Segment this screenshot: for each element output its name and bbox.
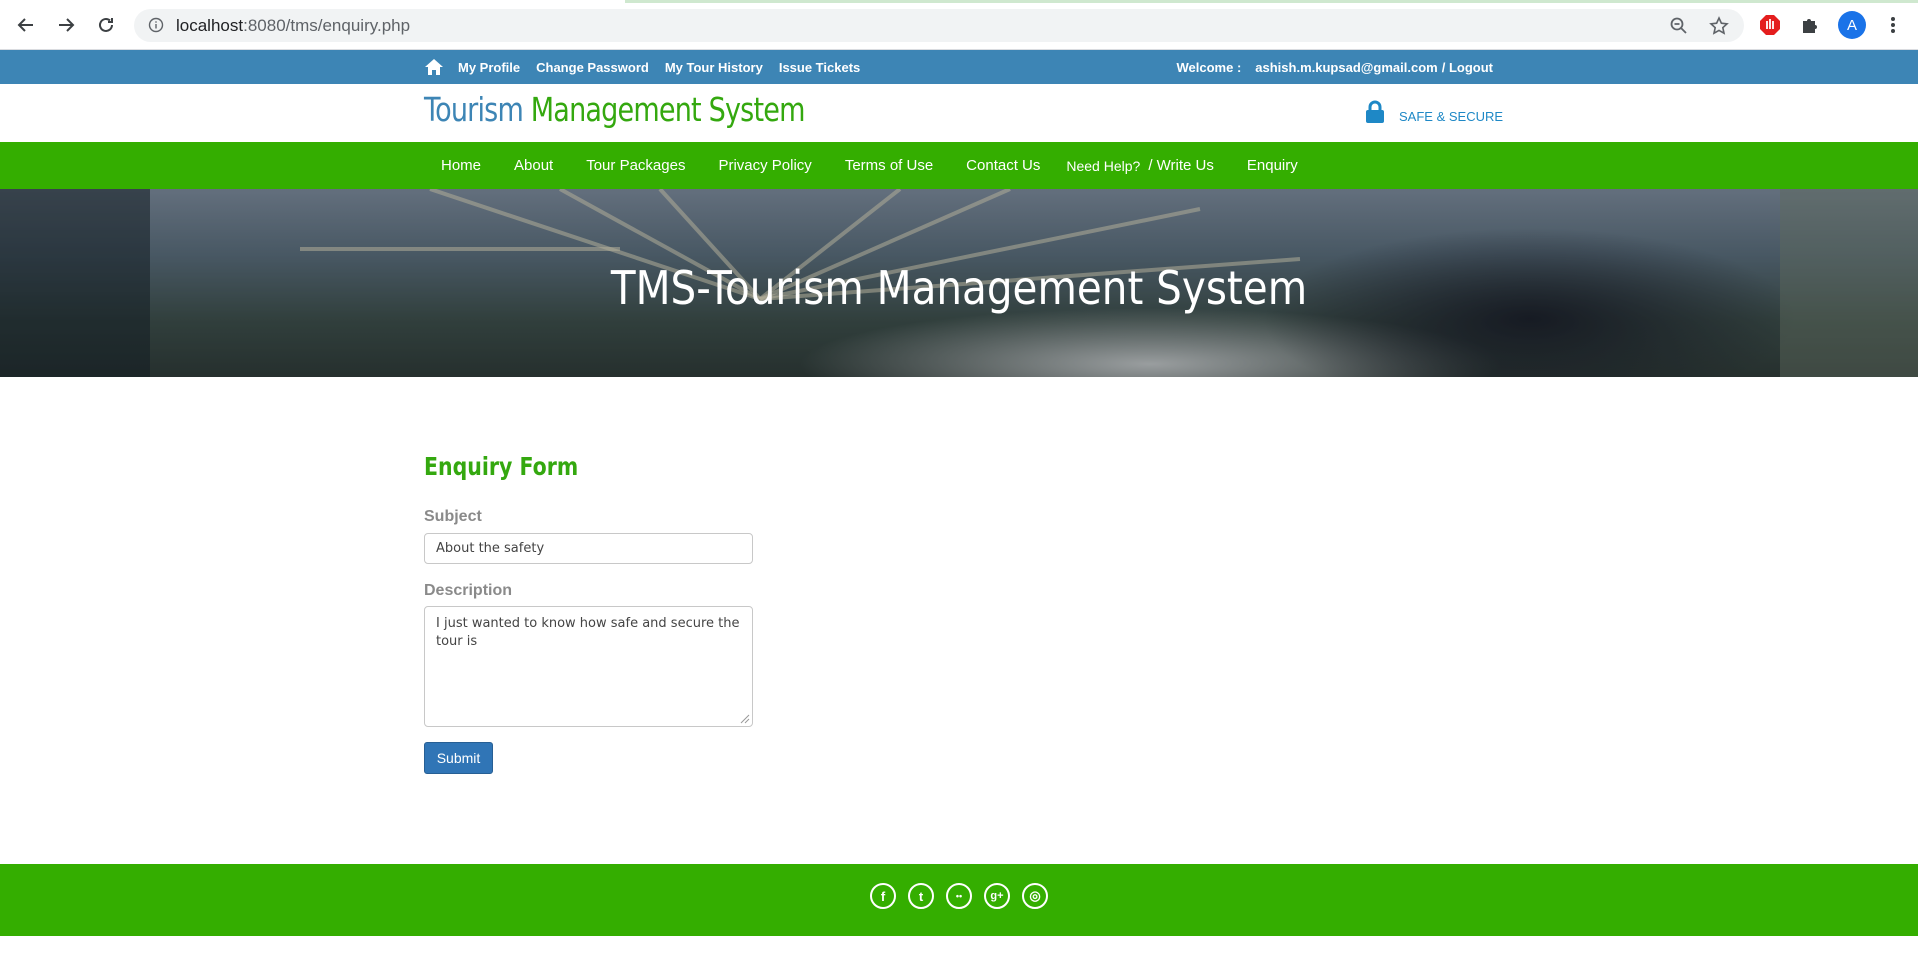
facebook-icon[interactable]: f — [870, 883, 896, 909]
forward-button[interactable] — [51, 10, 81, 40]
page-load-indicator — [625, 0, 1918, 3]
google-plus-icon[interactable]: g+ — [984, 883, 1010, 909]
nav-write-us[interactable]: / Write Us — [1148, 157, 1214, 174]
browser-toolbar: localhost:8080/tms/enquiry.php A — [0, 0, 1918, 50]
forward-arrow-icon — [59, 18, 75, 32]
link-tour-history[interactable]: My Tour History — [665, 60, 763, 75]
form-title: Enquiry Form — [424, 452, 579, 481]
nav-contact-us[interactable]: Contact Us — [966, 157, 1040, 174]
address-bar[interactable]: localhost:8080/tms/enquiry.php — [134, 9, 1744, 42]
extensions-button[interactable] — [1797, 12, 1823, 38]
top-user-bar: My Profile Change Password My Tour Histo… — [0, 50, 1918, 84]
submit-button[interactable]: Submit — [424, 742, 493, 774]
nav-tour-packages[interactable]: Tour Packages — [586, 157, 685, 174]
user-email: ashish.m.kupsad@gmail.com — [1255, 59, 1438, 75]
flickr-icon[interactable]: •• — [946, 883, 972, 909]
home-icon[interactable] — [424, 58, 444, 76]
nav-home[interactable]: Home — [441, 157, 481, 174]
subject-label: Subject — [424, 508, 482, 525]
nav-need-help: Need Help? — [1066, 157, 1141, 174]
site-info-icon[interactable] — [148, 17, 164, 33]
reload-icon — [99, 17, 113, 32]
nav-terms-of-use[interactable]: Terms of Use — [845, 157, 933, 174]
back-arrow-icon — [17, 18, 33, 32]
profile-avatar[interactable]: A — [1838, 11, 1866, 39]
welcome-label: Welcome : — [1176, 59, 1242, 75]
zoom-icon[interactable] — [1669, 16, 1689, 36]
back-button[interactable] — [11, 10, 41, 40]
logout-link[interactable]: / Logout — [1442, 60, 1493, 75]
twitter-icon[interactable]: t — [908, 883, 934, 909]
url-text: localhost:8080/tms/enquiry.php — [176, 16, 410, 36]
browser-menu-button[interactable] — [1880, 12, 1906, 38]
nav-enquiry[interactable]: Enquiry — [1247, 157, 1298, 174]
main-navigation: Home About Tour Packages Privacy Policy … — [0, 142, 1918, 189]
resize-handle-icon[interactable] — [740, 714, 750, 724]
bookmark-star-icon[interactable] — [1709, 16, 1729, 36]
stop-hand-icon — [1760, 15, 1780, 35]
url-host: localhost — [176, 16, 244, 35]
nav-privacy-policy[interactable]: Privacy Policy — [718, 157, 811, 174]
link-my-profile[interactable]: My Profile — [458, 60, 520, 75]
reload-button[interactable] — [91, 10, 121, 40]
site-footer: f t •• g+ ◎ — [0, 864, 1918, 936]
puzzle-icon — [1803, 19, 1817, 33]
site-header: Tourism Management System SAFE & SECURE — [0, 84, 1918, 142]
subject-input[interactable]: About the safety — [424, 533, 753, 564]
nav-about[interactable]: About — [514, 157, 553, 174]
dribbble-icon[interactable]: ◎ — [1022, 883, 1048, 909]
logo-part-tourism: Tourism — [424, 90, 524, 129]
hero-banner: TMS-Tourism Management System — [0, 189, 1918, 377]
site-logo[interactable]: Tourism Management System — [424, 90, 805, 129]
description-textarea[interactable]: I just wanted to know how safe and secur… — [424, 606, 753, 727]
social-links: f t •• g+ ◎ — [870, 883, 1060, 909]
kebab-menu-icon — [1891, 17, 1895, 33]
secure-label: SAFE & SECURE — [1399, 108, 1504, 124]
link-change-password[interactable]: Change Password — [536, 60, 649, 75]
user-links: My Profile Change Password My Tour Histo… — [424, 50, 876, 84]
lock-icon — [1366, 100, 1384, 123]
safe-secure-badge: SAFE & SECURE — [1365, 100, 1503, 124]
extension-adblock[interactable] — [1757, 12, 1783, 38]
welcome-area: Welcome : ashish.m.kupsad@gmail.com / Lo… — [1163, 50, 1494, 84]
url-path: :8080/tms/enquiry.php — [243, 16, 411, 35]
description-label: Description — [424, 582, 513, 599]
logo-part-system: Management System — [523, 90, 806, 129]
link-issue-tickets[interactable]: Issue Tickets — [779, 60, 860, 75]
banner-title: TMS-Tourism Management System — [610, 261, 1308, 315]
